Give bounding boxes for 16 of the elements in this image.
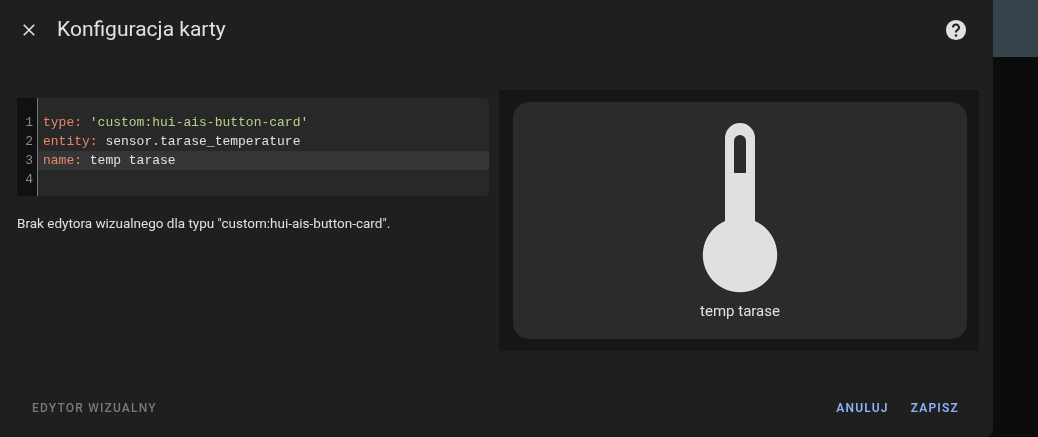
dialog-button[interactable]: ZAPISZ xyxy=(900,393,969,423)
message-text: Brak edytora wizualnego dla typu "custom:hui-ais-button-card". xyxy=(17,214,392,233)
dialog-button[interactable]: ANULUJ xyxy=(826,393,899,423)
line-number: 3 xyxy=(24,152,33,170)
code-line: type: 'custom:hui-ais-button-card' xyxy=(43,115,309,130)
line-number: 4 xyxy=(24,171,33,189)
code-line: entity: sensor.tarase_temperature xyxy=(43,134,301,149)
code-editor[interactable]: 1 2 3 4 type: 'custom:hui-ais-button-card' entity: sensor.tarase_temperature name: temp tarase xyxy=(17,98,489,196)
entity-name: temp tarase xyxy=(700,301,780,322)
preview-card[interactable]: temp tarase xyxy=(513,102,967,339)
dialog-title: Konfiguracja karty xyxy=(57,16,226,44)
background-panel xyxy=(993,0,1038,57)
line-number: 1 xyxy=(24,114,33,132)
help-icon[interactable] xyxy=(945,19,967,41)
code-line: name: temp tarase xyxy=(43,153,176,168)
line-number: 2 xyxy=(24,133,33,151)
